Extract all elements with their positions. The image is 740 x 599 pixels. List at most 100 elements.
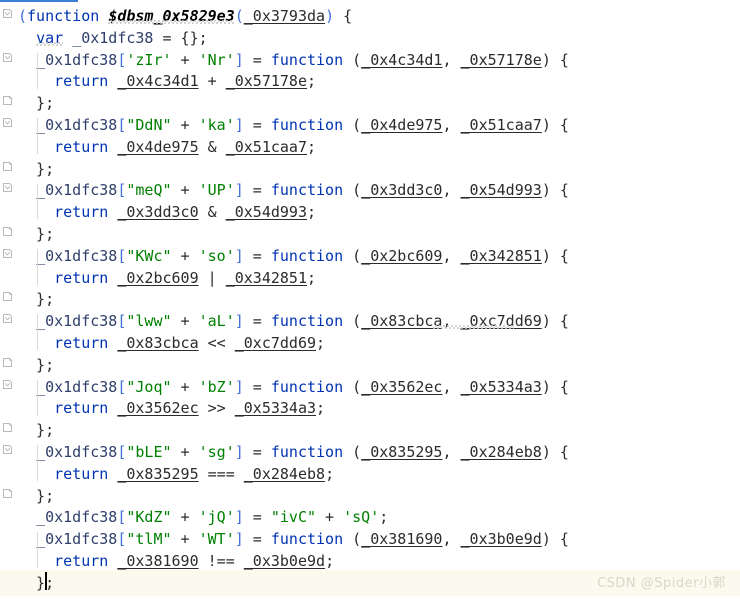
code-token-param: _0x342851 (225, 268, 307, 287)
code-token-plain: }; (18, 486, 55, 505)
code-token-kw: function (270, 443, 344, 461)
fold-end-icon[interactable] (2, 161, 13, 172)
code-token-plain: + (316, 508, 344, 527)
indent-guide (37, 52, 39, 89)
code-token-param: _0x284eb8 (460, 443, 542, 461)
fold-open-icon[interactable] (2, 52, 13, 63)
code-token-plain: , (442, 181, 461, 200)
indent-guide (37, 532, 39, 569)
editor-gutter[interactable] (0, 0, 15, 599)
code-token-plain: = (243, 530, 271, 549)
fold-end-icon[interactable] (2, 226, 13, 237)
code-token-plain: = (243, 312, 271, 331)
code-token-plain: ; (307, 137, 317, 156)
code-editor[interactable]: (function $dbsm_0x5829e3(_0x3793da) { va… (0, 0, 740, 599)
fold-open-icon[interactable] (2, 379, 13, 390)
fold-end-icon[interactable] (2, 488, 13, 499)
code-token-plain: + (171, 443, 199, 461)
code-token-plain: ; (307, 268, 317, 287)
code-token-str: "KdZ" (126, 508, 172, 527)
code-token-str: 'ka' (198, 116, 235, 134)
code-token-punct: ( (234, 7, 244, 25)
tab-accent-bar (0, 0, 78, 2)
fold-open-icon[interactable] (2, 117, 13, 128)
code-token-plain: ; (316, 399, 326, 418)
fold-open-icon[interactable] (2, 8, 13, 19)
code-token-punct: ) (325, 7, 335, 25)
indent-guide (37, 183, 39, 220)
code-token-plain: = (243, 246, 271, 265)
code-token-punct: ] (234, 246, 244, 265)
fold-end-icon[interactable] (2, 422, 13, 433)
code-token-plain: = (243, 508, 271, 527)
code-surface[interactable]: (function $dbsm_0x5829e3(_0x3793da) { va… (0, 0, 740, 599)
code-token-plain: ( (343, 312, 362, 331)
fold-open-icon[interactable] (2, 444, 13, 455)
code-token-plain: + (171, 530, 199, 549)
fold-open-icon[interactable] (2, 313, 13, 324)
code-token-plain: }; (18, 421, 55, 440)
code-token-plain: = {}; (153, 28, 208, 47)
code-token-plain: ; (379, 508, 389, 527)
code-token-kw: function (270, 530, 344, 549)
code-token-ident: _0x1dfc38 (36, 246, 118, 265)
fold-open-icon[interactable] (2, 248, 13, 259)
code-token-kw: function (270, 50, 344, 69)
code-token-param: _0x2bc609 (361, 246, 443, 265)
code-token-param: _0x51caa7 (225, 137, 307, 156)
code-token-plain: + (171, 312, 199, 331)
code-token-param: _0x2bc609 (117, 268, 199, 287)
code-token-plain: , (442, 377, 461, 396)
code-token-str: 'Nr' (198, 50, 235, 69)
code-token-ident: _0x1dfc38 (36, 530, 118, 549)
fold-end-icon[interactable] (2, 95, 13, 106)
code-token-plain: & (198, 203, 226, 222)
fold-end-icon[interactable] (2, 357, 13, 368)
code-token-plain: }; (18, 159, 55, 178)
code-token-plain: }; (18, 290, 55, 309)
code-token-plain: ( (343, 246, 362, 265)
code-token-punct: ] (234, 312, 244, 331)
code-token-kw: return (54, 552, 109, 570)
indent-guide (37, 314, 39, 351)
code-token-param: _0x835295 (117, 464, 199, 483)
code-token-plain: }; (18, 225, 55, 243)
code-token-param: _0x4de975 (117, 137, 199, 156)
code-token-plain: = (243, 116, 271, 134)
code-token-param: _0x51caa7 (460, 116, 542, 134)
code-token-ident: _0x1dfc38 (36, 50, 118, 69)
code-token-plain: ; (325, 464, 335, 483)
indent-guide (37, 118, 39, 155)
code-token-param: _0x5334a3 (460, 377, 542, 396)
code-token-kw: return (54, 334, 109, 352)
code-token-plain: ( (343, 181, 362, 200)
inspection-squiggle (36, 41, 64, 46)
inspection-squiggle (432, 325, 515, 330)
code-token-param: _0x4c34d1 (361, 50, 443, 69)
code-token-plain: , (442, 116, 461, 134)
code-token-param: _0x3dd3c0 (117, 203, 199, 222)
code-token-str: "DdN" (126, 116, 172, 134)
code-token-plain: + (171, 116, 199, 134)
code-token-str: "lww" (126, 312, 172, 331)
code-token-plain: | (198, 268, 226, 287)
code-token-str: 'sg' (198, 443, 235, 461)
code-token-ident: _0x1dfc38 (36, 116, 118, 134)
fold-open-icon[interactable] (2, 182, 13, 193)
code-token-kw: return (54, 72, 109, 91)
code-token-plain: ) { (541, 530, 569, 549)
code-token-kw: return (54, 203, 109, 222)
fold-end-icon[interactable] (2, 291, 13, 302)
code-token-kw: return (54, 268, 109, 287)
code-token-plain: ( (343, 443, 362, 461)
